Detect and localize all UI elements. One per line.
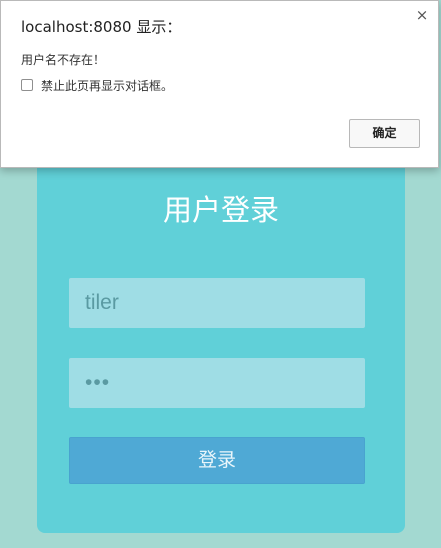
- alert-dialog: localhost:8080 显示： × 用户名不存在！ 禁止此页再显示对话框。…: [0, 0, 439, 168]
- suppress-dialogs-option[interactable]: 禁止此页再显示对话框。: [21, 77, 173, 93]
- alert-message: 用户名不存在！: [21, 53, 106, 67]
- login-card: 用户登录 tiler ••• 登录: [37, 150, 405, 533]
- alert-title: localhost:8080 显示：: [21, 18, 182, 36]
- suppress-dialogs-checkbox[interactable]: [21, 79, 33, 91]
- login-title: 用户登录: [162, 193, 279, 227]
- password-input[interactable]: •••: [69, 358, 365, 408]
- ok-button[interactable]: 确定: [349, 119, 420, 148]
- username-input[interactable]: tiler: [69, 278, 365, 328]
- close-icon[interactable]: ×: [414, 7, 430, 23]
- login-button[interactable]: 登录: [69, 437, 365, 484]
- suppress-dialogs-label: 禁止此页再显示对话框。: [41, 78, 174, 93]
